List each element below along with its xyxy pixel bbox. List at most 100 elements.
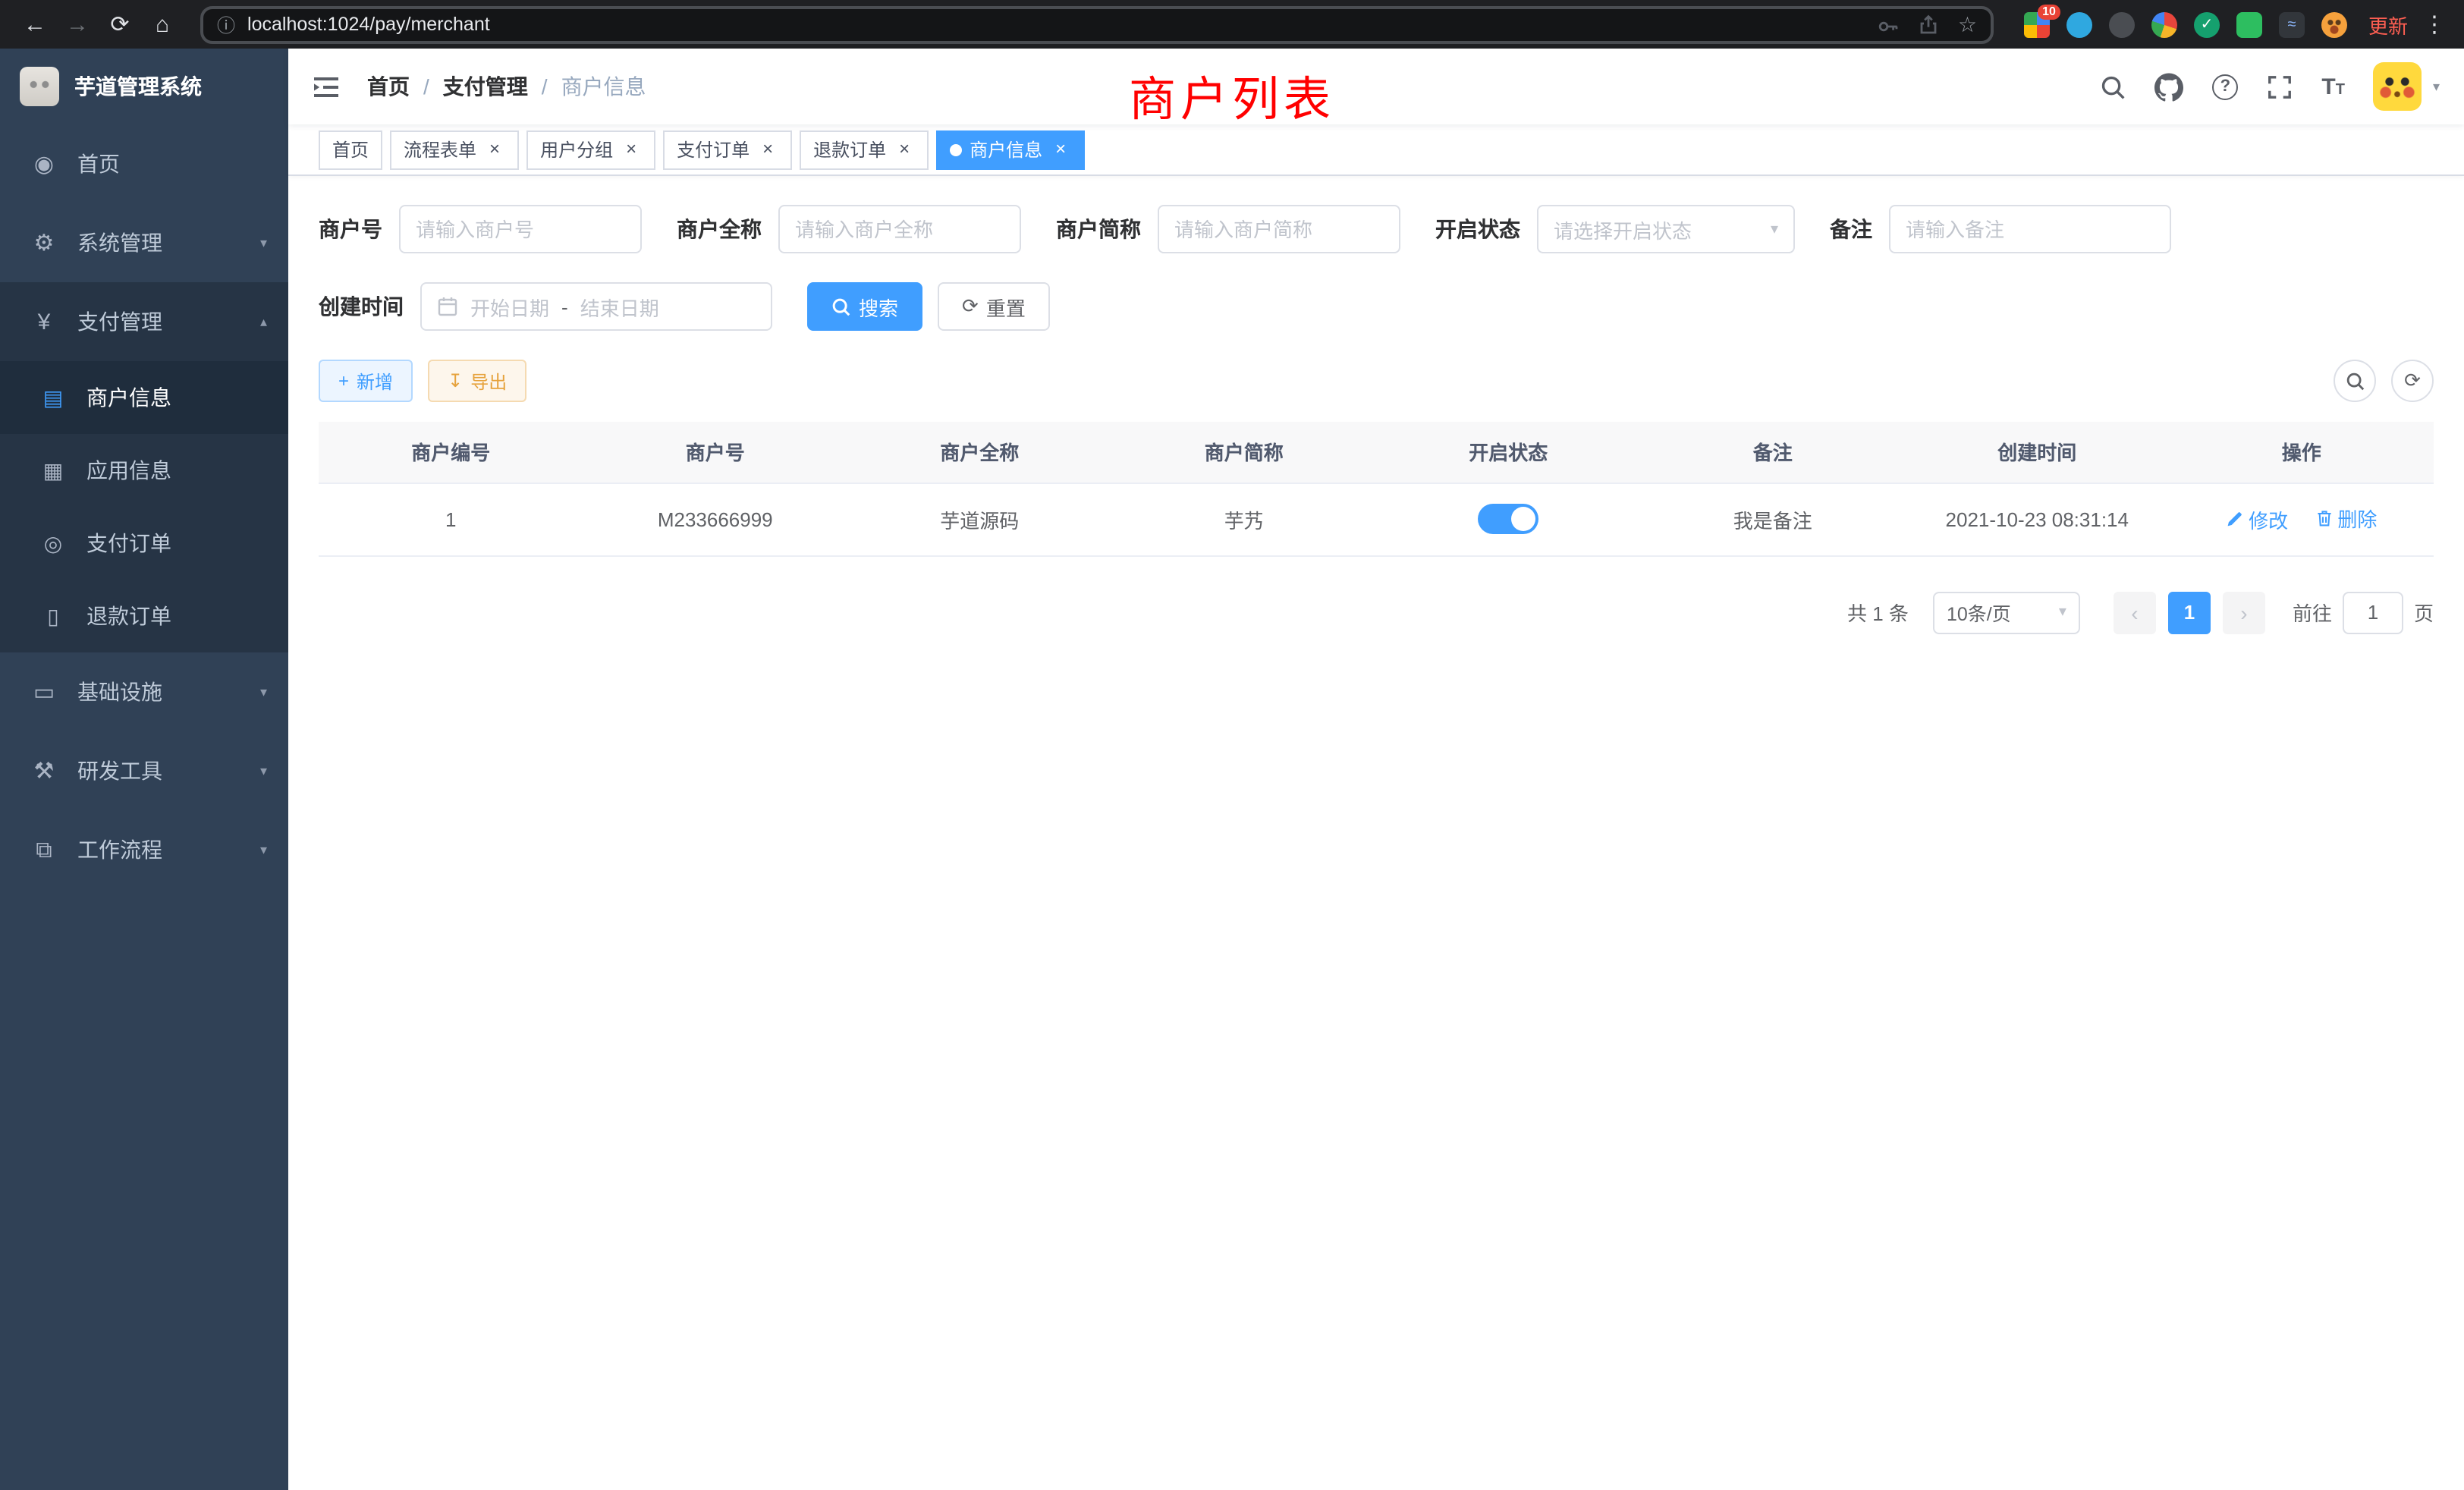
table-header-row: 商户编号 商户号 商户全称 商户简称 开启状态 备注 创建时间 操作 xyxy=(319,422,2434,483)
sidebar-item-payment[interactable]: ¥ 支付管理 ▴ xyxy=(0,282,288,361)
emoji-face-extension-icon[interactable] xyxy=(2321,11,2347,37)
tab-merchant-info[interactable]: 商户信息 × xyxy=(936,130,1085,169)
fullscreen-icon[interactable] xyxy=(2267,74,2293,99)
browser-menu-icon[interactable]: ⋮ xyxy=(2423,11,2446,38)
apps-grid-extension-icon[interactable]: 10 xyxy=(2024,11,2050,37)
share-icon[interactable] xyxy=(1919,13,1940,36)
dark-puzzle-extension-icon[interactable]: ≈ xyxy=(2279,11,2305,37)
tab-label: 支付订单 xyxy=(677,137,750,162)
delete-link[interactable]: 删除 xyxy=(2315,505,2377,533)
hamburger-icon[interactable] xyxy=(310,70,343,103)
merchant-no-input[interactable] xyxy=(416,218,625,240)
edit-link-label: 修改 xyxy=(2249,505,2288,534)
breadcrumb-current: 商户信息 xyxy=(561,71,646,102)
tab-user-group[interactable]: 用户分组 × xyxy=(526,130,655,169)
search-button[interactable]: 搜索 xyxy=(807,282,922,331)
short-name-input[interactable] xyxy=(1174,218,1384,240)
credit-card-icon: ▤ xyxy=(36,385,70,410)
table-toolbar: + 新增 ↧ 导出 ⟳ xyxy=(319,360,2434,402)
close-icon[interactable]: × xyxy=(894,139,915,160)
target-icon: ◎ xyxy=(36,530,70,556)
app-title: 芋道管理系统 xyxy=(74,71,202,102)
tab-home[interactable]: 首页 xyxy=(319,130,382,169)
search-icon[interactable] xyxy=(2100,74,2126,99)
red-annotation-title: 商户列表 xyxy=(1129,61,1335,129)
next-page-button[interactable]: › xyxy=(2223,591,2265,633)
sidebar-item-home[interactable]: ◉ 首页 xyxy=(0,124,288,203)
sidebar-item-pay-orders[interactable]: ◎ 支付订单 xyxy=(0,507,288,580)
browser-forward-button[interactable]: → xyxy=(58,5,97,44)
toggle-search-button[interactable] xyxy=(2334,360,2376,402)
remark-input[interactable] xyxy=(1906,218,2154,240)
green-square-extension-icon[interactable] xyxy=(2236,11,2262,37)
close-icon[interactable]: × xyxy=(484,139,505,160)
help-icon[interactable]: ? xyxy=(2212,74,2238,99)
sidebar-item-app-info[interactable]: ▦ 应用信息 xyxy=(0,434,288,507)
tab-refund-orders[interactable]: 退款订单 × xyxy=(800,130,929,169)
search-button-label: 搜索 xyxy=(859,292,898,321)
filter-label: 商户号 xyxy=(319,214,382,244)
avatar-caret-icon: ▾ xyxy=(2433,78,2440,95)
sidebar-item-workflow[interactable]: ⧉ 工作流程 ▾ xyxy=(0,810,288,889)
edit-link[interactable]: 修改 xyxy=(2226,505,2288,534)
github-icon[interactable] xyxy=(2154,72,2183,101)
add-button[interactable]: + 新增 xyxy=(319,360,413,402)
col-header-actions: 操作 xyxy=(2170,422,2434,483)
document-icon: ▯ xyxy=(36,603,70,629)
status-select[interactable]: 请选择开启状态 ▾ xyxy=(1537,205,1795,253)
sidebar-item-dev-tools[interactable]: ⚒ 研发工具 ▾ xyxy=(0,731,288,810)
blue-drop-extension-icon[interactable] xyxy=(2066,11,2092,37)
colorful-extension-icon[interactable] xyxy=(2151,11,2177,37)
tab-pay-orders[interactable]: 支付订单 × xyxy=(663,130,792,169)
browser-update-button[interactable]: 更新 xyxy=(2368,10,2408,39)
sidebar-item-label: 商户信息 xyxy=(86,382,171,413)
col-header-full-name: 商户全称 xyxy=(847,422,1112,483)
sidebar-item-infrastructure[interactable]: ▭ 基础设施 ▾ xyxy=(0,652,288,731)
chevron-down-icon: ▾ xyxy=(260,234,267,251)
sidebar-item-label: 首页 xyxy=(77,149,120,179)
status-toggle[interactable] xyxy=(1478,504,1538,534)
close-icon[interactable]: × xyxy=(1050,139,1071,160)
date-range-picker[interactable]: 开始日期 - 结束日期 xyxy=(420,282,772,331)
breadcrumb-section[interactable]: 支付管理 xyxy=(443,71,528,102)
green-check-extension-icon[interactable]: ✓ xyxy=(2194,11,2220,37)
tab-process-form[interactable]: 流程表单 × xyxy=(390,130,519,169)
goto-page-input[interactable] xyxy=(2343,591,2403,633)
dashboard-icon: ◉ xyxy=(27,150,61,178)
password-key-icon[interactable] xyxy=(1878,13,1900,36)
close-icon[interactable]: × xyxy=(757,139,778,160)
site-info-icon[interactable]: ⓘ xyxy=(217,11,235,37)
filter-row-2: 创建时间 开始日期 - 结束日期 xyxy=(319,282,2434,331)
prev-page-button[interactable]: ‹ xyxy=(2114,591,2156,633)
short-name-input-wrap xyxy=(1158,205,1400,253)
reset-button-label: 重置 xyxy=(986,292,1026,321)
col-header-remark: 备注 xyxy=(1641,422,1906,483)
tags-view-bar: 首页 流程表单 × 用户分组 × 支付订单 × xyxy=(288,124,2464,176)
sidebar-item-merchant-info[interactable]: ▤ 商户信息 xyxy=(0,361,288,434)
refresh-table-button[interactable]: ⟳ xyxy=(2391,360,2434,402)
close-icon[interactable]: × xyxy=(621,139,642,160)
browser-back-button[interactable]: ← xyxy=(15,5,55,44)
page-size-select[interactable]: 10条/页 ▾ xyxy=(1933,591,2080,633)
full-name-input[interactable] xyxy=(795,218,1004,240)
filter-label: 商户全称 xyxy=(677,214,762,244)
reset-button[interactable]: ⟳ 重置 xyxy=(938,282,1050,331)
url-text[interactable]: localhost:1024/pay/merchant xyxy=(247,14,1865,35)
sidebar-item-refund-orders[interactable]: ▯ 退款订单 xyxy=(0,580,288,652)
grid-icon: ▦ xyxy=(36,457,70,483)
browser-home-button[interactable]: ⌂ xyxy=(143,5,182,44)
sidebar-item-system[interactable]: ⚙ 系统管理 ▾ xyxy=(0,203,288,282)
dark-circle-extension-icon[interactable] xyxy=(2109,11,2135,37)
export-button[interactable]: ↧ 导出 xyxy=(428,360,526,402)
filter-label: 创建时间 xyxy=(319,291,404,322)
avatar[interactable] xyxy=(2374,62,2422,111)
address-bar[interactable]: ⓘ localhost:1024/pay/merchant ☆ xyxy=(200,5,1994,43)
sidebar-logo[interactable]: 芋道管理系统 xyxy=(0,49,288,124)
font-size-icon[interactable]: TT xyxy=(2321,75,2345,98)
bookmark-star-icon[interactable]: ☆ xyxy=(1958,11,1977,37)
browser-reload-button[interactable]: ⟳ xyxy=(100,5,140,44)
range-separator: - xyxy=(561,295,568,318)
page-number-1[interactable]: 1 xyxy=(2168,591,2211,633)
breadcrumb-home[interactable]: 首页 xyxy=(367,71,410,102)
page-size-value: 10条/页 xyxy=(1947,598,2011,627)
